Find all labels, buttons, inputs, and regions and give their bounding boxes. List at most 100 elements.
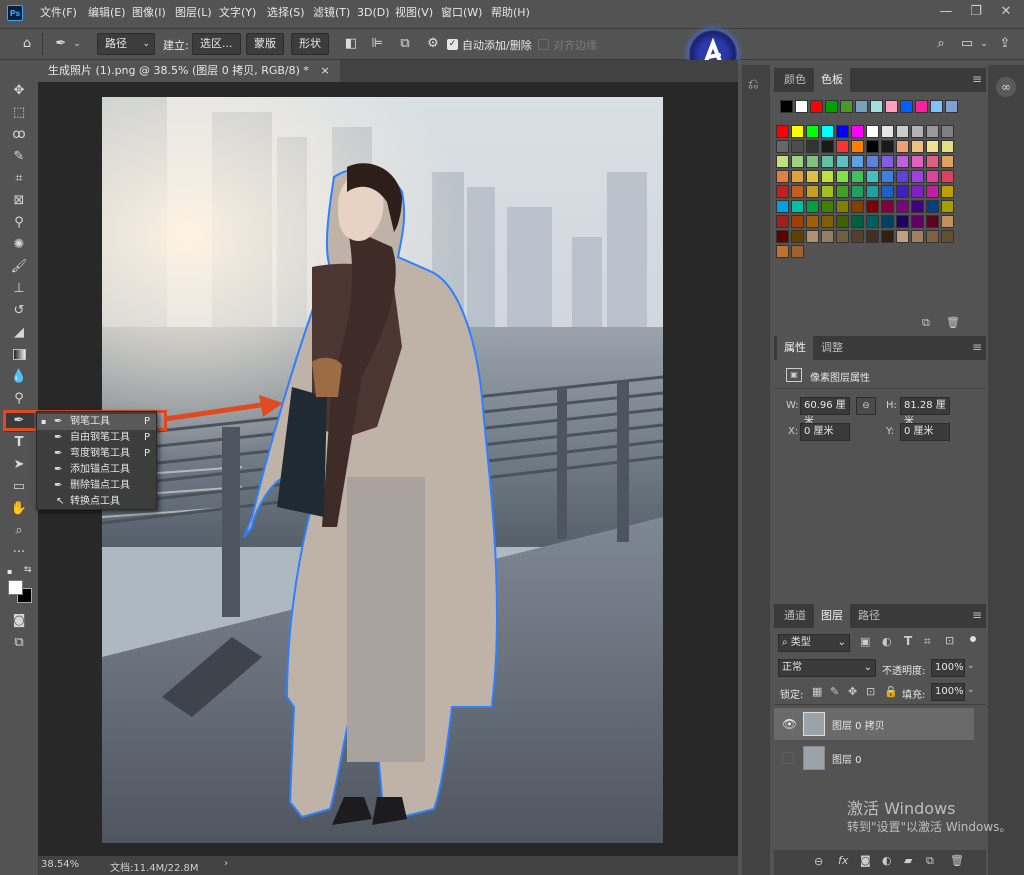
swatch[interactable] <box>881 215 894 228</box>
swatch[interactable] <box>911 170 924 183</box>
hand-tool-icon[interactable]: ✋ <box>4 498 34 520</box>
gear-icon[interactable]: ⚙ <box>424 35 442 53</box>
swatch[interactable] <box>791 125 804 138</box>
swatch[interactable] <box>776 155 789 168</box>
maximize-button[interactable]: ❐ <box>962 2 990 22</box>
swatch[interactable] <box>911 140 924 153</box>
more-tools-icon[interactable]: ··· <box>4 542 34 564</box>
fill-field[interactable]: 100% <box>931 683 965 701</box>
swatch[interactable] <box>930 100 943 113</box>
path-arrangement-icon[interactable]: ⧉ <box>396 35 414 53</box>
swatch[interactable] <box>795 100 808 113</box>
eye-icon[interactable]: 👁 <box>782 717 797 731</box>
swatch[interactable] <box>896 230 909 243</box>
swatch[interactable] <box>806 185 819 198</box>
new-swatch-icon[interactable]: ⧉ <box>922 316 930 330</box>
default-colors-icon[interactable]: ▪ <box>7 567 12 576</box>
swatch[interactable] <box>866 155 879 168</box>
panel-menu-icon[interactable]: ≡ <box>972 72 982 86</box>
quick-mask-icon[interactable]: ◙ <box>4 610 34 632</box>
swatch[interactable] <box>851 125 864 138</box>
workspace-icon[interactable]: ▭ <box>958 35 976 53</box>
tab-channels[interactable]: 通道 <box>777 604 813 628</box>
spot-heal-tool-icon[interactable]: ✺ <box>4 234 34 256</box>
flyout-item-freeform-pen[interactable]: ✒ 自由钢笔工具 P <box>37 430 156 446</box>
make-shape-button[interactable]: 形状 <box>291 33 329 55</box>
link-icon[interactable]: ⊖ <box>814 855 823 868</box>
swatch[interactable] <box>821 215 834 228</box>
swatch[interactable] <box>821 155 834 168</box>
menu-window[interactable]: 窗口(W) <box>441 4 482 22</box>
trash-icon[interactable]: 🗑 <box>946 316 960 329</box>
status-menu-arrow[interactable]: › <box>224 858 228 869</box>
chevron-down-icon[interactable]: ⌄ <box>967 685 975 695</box>
filter-shape-icon[interactable]: ⌗ <box>924 634 931 649</box>
menu-layer[interactable]: 图层(L) <box>175 4 212 22</box>
swatch[interactable] <box>821 200 834 213</box>
brush-tool-icon[interactable]: 🖌 <box>4 256 34 278</box>
swatch[interactable] <box>821 140 834 153</box>
document-image[interactable] <box>102 97 663 843</box>
mode-select[interactable]: 路径 ⌄ <box>97 33 155 55</box>
swatch[interactable] <box>911 215 924 228</box>
path-operations-icon[interactable]: ◧ <box>342 35 360 53</box>
swatch[interactable] <box>851 155 864 168</box>
path-alignment-icon[interactable]: ⊫ <box>368 35 386 53</box>
visibility-toggle[interactable] <box>782 752 794 764</box>
swatch[interactable] <box>881 200 894 213</box>
foreground-color-swatch[interactable] <box>8 580 23 595</box>
search-icon[interactable]: ⌕ <box>932 35 950 53</box>
history-panel-icon[interactable]: ⎌ <box>748 77 758 92</box>
swatch[interactable] <box>836 125 849 138</box>
opacity-field[interactable]: 100% <box>931 659 965 677</box>
swatch[interactable] <box>806 140 819 153</box>
frame-tool-icon[interactable]: ⊠ <box>4 190 34 212</box>
swatch[interactable] <box>941 155 954 168</box>
swatch[interactable] <box>896 125 909 138</box>
lock-pixels-icon[interactable]: ✎ <box>830 685 839 698</box>
panel-menu-icon[interactable]: ≡ <box>972 608 982 622</box>
flyout-item-convert-point[interactable]: ↖ 转换点工具 <box>37 494 156 510</box>
swatch[interactable] <box>806 200 819 213</box>
menu-edit[interactable]: 编辑(E) <box>88 4 126 22</box>
swatch[interactable] <box>941 215 954 228</box>
swatch[interactable] <box>851 215 864 228</box>
menu-file[interactable]: 文件(F) <box>40 4 77 22</box>
swatch[interactable] <box>896 200 909 213</box>
swatch[interactable] <box>825 100 838 113</box>
minimize-button[interactable]: — <box>932 2 960 22</box>
swatch[interactable] <box>840 100 853 113</box>
swatch[interactable] <box>896 140 909 153</box>
chevron-down-icon[interactable]: ⌄ <box>967 661 975 671</box>
lasso-tool-icon[interactable]: ꝏ <box>4 124 34 146</box>
chevron-down-icon[interactable]: ⌄ <box>975 35 993 53</box>
swatch[interactable] <box>806 125 819 138</box>
swatch[interactable] <box>866 215 879 228</box>
menu-help[interactable]: 帮助(H) <box>491 4 530 22</box>
swatch[interactable] <box>870 100 883 113</box>
menu-type[interactable]: 文字(Y) <box>219 4 256 22</box>
swatch[interactable] <box>866 140 879 153</box>
swatch[interactable] <box>896 170 909 183</box>
swatch[interactable] <box>851 140 864 153</box>
layer-name[interactable]: 图层 0 <box>832 751 862 766</box>
adjustment-icon[interactable]: ◐ <box>882 854 892 867</box>
blend-mode-select[interactable]: 正常 ⌄ <box>778 659 876 677</box>
swatch[interactable] <box>776 140 789 153</box>
lock-artboard-icon[interactable]: ⊡ <box>866 685 875 698</box>
lock-position-icon[interactable]: ✥ <box>848 685 857 698</box>
menu-image[interactable]: 图像(I) <box>132 4 166 22</box>
eyedropper-tool-icon[interactable]: ⚲ <box>4 212 34 234</box>
zoom-tool-icon[interactable]: ⌕ <box>4 520 34 542</box>
marquee-tool-icon[interactable]: ⬚ <box>4 102 34 124</box>
swatch[interactable] <box>791 215 804 228</box>
swatch[interactable] <box>866 125 879 138</box>
swatch[interactable] <box>836 185 849 198</box>
menu-select[interactable]: 选择(S) <box>267 4 305 22</box>
swatch[interactable] <box>926 170 939 183</box>
eraser-tool-icon[interactable]: ◢ <box>4 322 34 344</box>
swatch[interactable] <box>941 170 954 183</box>
swatch[interactable] <box>776 215 789 228</box>
close-window-button[interactable]: ✕ <box>992 2 1020 22</box>
swatch[interactable] <box>941 185 954 198</box>
